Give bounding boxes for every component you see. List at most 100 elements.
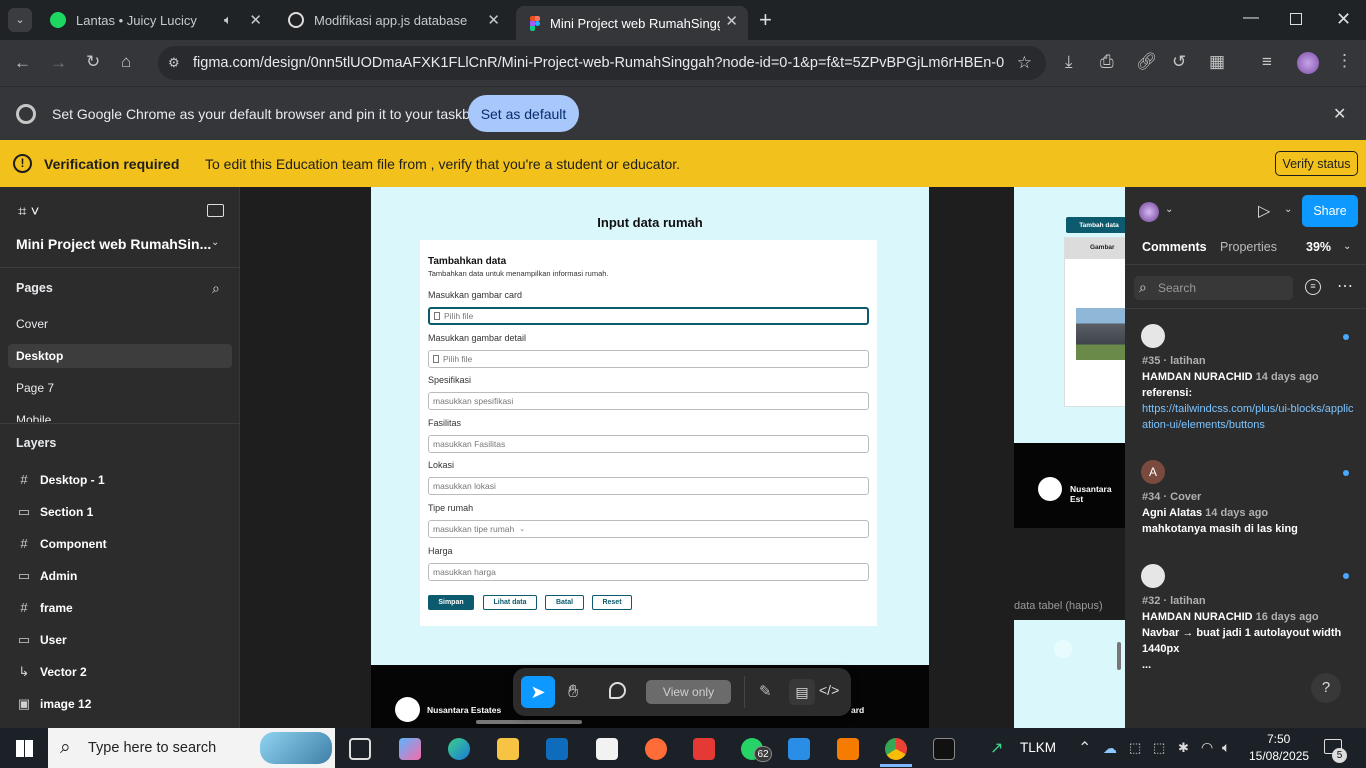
extensions-icon[interactable]: ▦ [1209, 53, 1225, 70]
layer-item[interactable]: ▭ Admin [16, 568, 78, 584]
copilot-icon[interactable] [399, 738, 421, 760]
comment-search-input[interactable]: ⌕ Search [1134, 276, 1293, 300]
comment-item[interactable]: #32 · latihan HAMDAN NURACHID 16 days ag… [1142, 593, 1357, 683]
close-window-button[interactable]: ✕ [1336, 9, 1351, 30]
url-field[interactable]: ⚙︎ figma.com/design/0nn5tlUODmaAFXK1FLlC… [158, 46, 1046, 80]
chevron-down-icon[interactable]: ⌄ [1165, 204, 1173, 215]
onedrive-icon[interactable]: ☁︎ [1103, 740, 1117, 757]
more-icon[interactable]: ⋯ [1337, 276, 1354, 296]
speaker-icon[interactable]: 🔈︎ [224, 12, 232, 28]
chevron-down-icon[interactable]: ⌄ [1343, 241, 1351, 252]
data-table-frame[interactable] [1014, 620, 1125, 728]
save-button[interactable]: Simpan [428, 595, 474, 610]
close-infobar-icon[interactable]: ✕ [1333, 104, 1346, 124]
cancel-button[interactable]: Batal [545, 595, 584, 610]
clock-time[interactable]: 7:50 [1267, 732, 1290, 746]
file-name[interactable]: Mini Project web RumahSin... [16, 236, 211, 252]
layer-item[interactable]: ▣ image 12 [16, 696, 92, 712]
page-item-mobile[interactable]: Mobile [16, 413, 51, 422]
chevron-down-icon[interactable]: ⌄ [1284, 204, 1292, 215]
admin-table-frame[interactable]: Tambah data Gambar [1014, 187, 1125, 443]
code-icon[interactable]: </> [819, 682, 839, 698]
text-input[interactable]: masukkan harga [428, 562, 869, 581]
tab-spotify[interactable]: Lantas • Juicy Lucicy 🔈︎ ✕ [36, 0, 272, 40]
close-tab-icon[interactable]: ✕ [249, 11, 262, 29]
site-info-icon[interactable]: ⚙︎ [168, 55, 180, 71]
figma-menu-icon[interactable]: ⌗ ˅ [18, 203, 39, 220]
text-input[interactable]: masukkan lokasi [428, 477, 869, 496]
search-icon[interactable]: ⌕ [212, 280, 220, 297]
figma-canvas[interactable]: Input data rumah Tambahkan data Tambahka… [240, 187, 1125, 728]
outlook-icon[interactable] [546, 738, 568, 760]
view-data-button[interactable]: Lihat data [483, 595, 537, 610]
capcut-icon[interactable] [596, 738, 618, 760]
verify-status-button[interactable]: Verify status [1275, 151, 1358, 176]
dev-mode-inspect-icon[interactable]: ▤ [789, 679, 815, 705]
link-icon[interactable]: 🔗︎ [1136, 53, 1158, 70]
form-card[interactable]: Tambahkan data Tambahkan data untuk mena… [420, 240, 877, 626]
tray-icon[interactable]: ⬚ [1129, 740, 1141, 756]
tab-chatgpt[interactable]: Modifikasi app.js database ✕ [274, 0, 510, 40]
tray-icon[interactable]: ⬚ [1153, 740, 1165, 756]
comment-item[interactable]: #35 · latihan HAMDAN NURACHID 14 days ag… [1142, 353, 1357, 433]
clock-date[interactable]: 15/08/2025 [1249, 749, 1309, 763]
layer-item[interactable]: # Desktop - 1 [16, 472, 104, 487]
stock-ticker[interactable]: TLKM [1020, 740, 1056, 755]
new-tab-button[interactable]: + [759, 7, 772, 33]
present-icon[interactable]: ▷ [1258, 201, 1270, 221]
hand-tool-icon[interactable]: ✋︎ [568, 681, 578, 702]
wps-icon[interactable] [693, 738, 715, 760]
close-tab-icon[interactable]: ✕ [725, 12, 738, 30]
task-view-icon[interactable] [349, 738, 371, 760]
share-button[interactable]: Share [1302, 195, 1358, 227]
media-icon[interactable]: ≡ [1262, 53, 1272, 70]
xampp-icon[interactable] [837, 738, 859, 760]
file-explorer-icon[interactable] [497, 738, 519, 760]
chevron-up-icon[interactable]: ⌃ [1078, 738, 1091, 758]
wifi-icon[interactable]: ◠ [1201, 739, 1213, 756]
add-data-button[interactable]: Tambah data [1066, 217, 1125, 233]
profile-avatar[interactable] [1297, 52, 1319, 74]
zoom-level[interactable]: 39% [1306, 240, 1331, 254]
print-icon[interactable]: ⎙ [1100, 53, 1114, 70]
text-input[interactable]: masukkan Fasilitas [428, 434, 869, 453]
file-input[interactable]: Pilih file [428, 307, 869, 325]
postman-icon[interactable] [645, 738, 667, 760]
history-icon[interactable]: ↺ [1172, 53, 1186, 70]
menu-icon[interactable]: ⋮ [1336, 52, 1353, 69]
comment-tool-icon[interactable] [609, 682, 626, 699]
taskbar-search[interactable]: ⌕ Type here to search [48, 728, 335, 768]
horizontal-scrollbar[interactable] [476, 720, 582, 724]
home-icon[interactable]: ⌂ [121, 53, 131, 70]
download-icon[interactable]: ⤓ [1065, 53, 1073, 70]
help-button[interactable]: ? [1311, 673, 1341, 703]
set-default-button[interactable]: Set as default [468, 95, 579, 132]
layer-item[interactable]: # Component [16, 536, 106, 551]
page-item-desktop[interactable]: Desktop [8, 344, 232, 368]
close-tab-icon[interactable]: ✕ [487, 11, 500, 29]
layer-item[interactable]: # frame [16, 600, 72, 615]
comment-link[interactable]: https://tailwindcss.com/plus/ui-blocks/a… [1142, 401, 1357, 433]
text-input[interactable]: masukkan spesifikasi [428, 392, 869, 411]
comment-item[interactable]: #34 · Cover Agni Alatas 14 days ago mahk… [1142, 489, 1357, 537]
volume-icon[interactable]: 🔈︎ [1222, 739, 1230, 756]
edge-icon[interactable] [448, 738, 470, 760]
vertical-scrollbar[interactable] [1117, 642, 1121, 670]
minimize-button[interactable]: — [1243, 9, 1259, 27]
windows-start-icon[interactable] [16, 740, 33, 757]
vscode-icon[interactable] [788, 738, 810, 760]
layer-item[interactable]: ↳ Vector 2 [16, 664, 87, 680]
terminal-icon[interactable] [933, 738, 955, 760]
bookmark-star-icon[interactable]: ☆ [1017, 53, 1032, 73]
user-avatar[interactable] [1139, 202, 1159, 222]
tab-properties[interactable]: Properties [1220, 240, 1277, 254]
sidebar-toggle-icon[interactable] [207, 204, 224, 217]
select-input[interactable]: masukkan tipe rumah ⌄ [428, 520, 869, 538]
restore-button[interactable] [1290, 13, 1302, 25]
desktop-frame[interactable]: Input data rumah Tambahkan data Tambahka… [371, 187, 929, 665]
tab-search-button[interactable]: ⌄ [8, 8, 32, 32]
forward-icon[interactable]: → [50, 54, 67, 71]
chevron-down-icon[interactable]: ⌄ [211, 237, 219, 248]
bluetooth-icon[interactable]: ✱ [1178, 740, 1189, 756]
filter-icon[interactable]: ≡ [1305, 279, 1321, 295]
